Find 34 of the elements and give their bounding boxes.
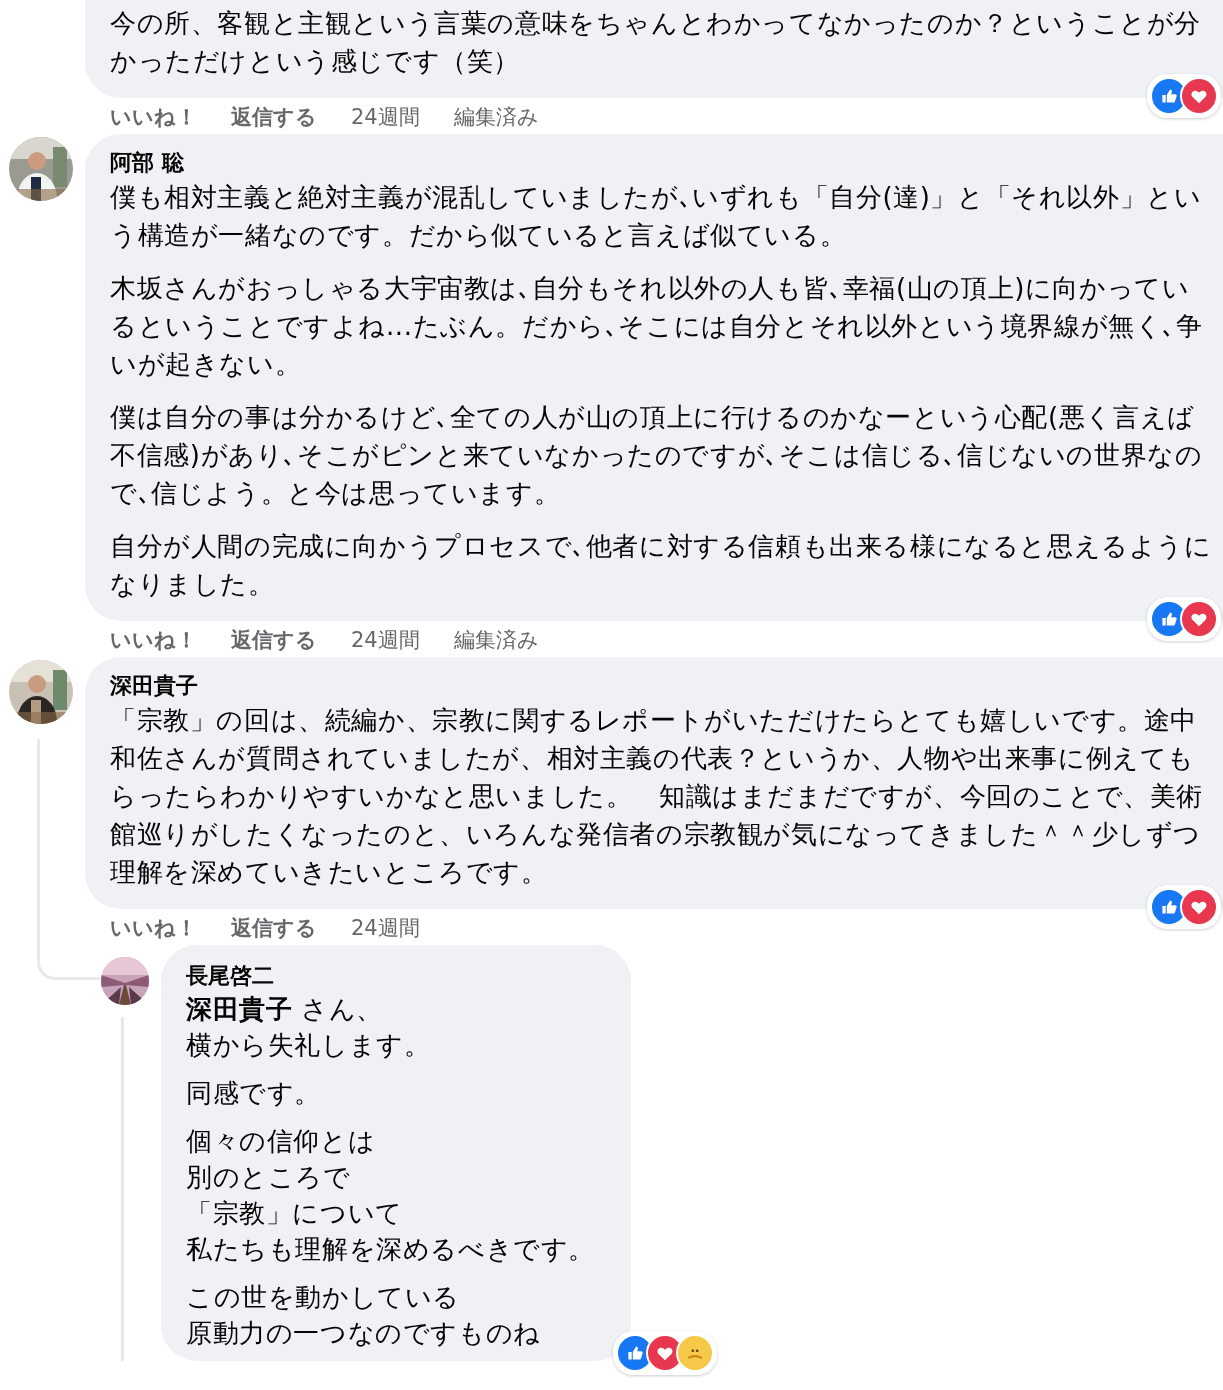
comment-text: 同感です。	[186, 1077, 322, 1110]
reply-link[interactable]: 返信する	[231, 626, 317, 654]
comment-text: 自分が人間の完成に向かうプロセスで､他者に対する信頼も出来る様になると思えるようになりました。	[110, 530, 1213, 601]
timestamp[interactable]: 24週間	[351, 626, 420, 654]
comment-text: 僕も相対主義と絶対主義が混乱していましたが､いずれも「自分(達)」と「それ以外」という構造が一緒なのです。だから似ていると言えば似ている。	[110, 181, 1203, 252]
like-link[interactable]: いいね！	[110, 626, 197, 654]
author-name[interactable]: 阿部 聡	[110, 148, 1215, 178]
timestamp[interactable]: 24週間	[351, 914, 420, 942]
like-link[interactable]: いいね！	[110, 914, 197, 942]
author-name[interactable]: 深田貴子	[110, 671, 1215, 701]
emoji-face-icon	[676, 1334, 714, 1372]
comment-text: 深田貴子 さん、	[186, 993, 385, 1026]
comment-text: 「宗教」について	[186, 1197, 404, 1230]
comment-text: 原動力の一つなのですものね	[186, 1317, 542, 1350]
reply-link[interactable]: 返信する	[231, 914, 317, 942]
comment-text: 「宗教」の回は、続編か、宗教に関するレポートがいただけたらとても嬉しいです。途中和佐さんが質問されていましたが、相対主義の代表？というか、人物や出来事に例えてもらったらわかりやすいかなと思いました。 知識はまだまだですが、今回のことで、美術館巡りがしたくなったのと、いろんな発信者の宗教観が気になってきました＾＾少しずつ理解を深めていきたいところです。	[110, 704, 1204, 889]
comment-text: 私たちも理解を深めるべきです。	[186, 1233, 595, 1266]
comment-text: 木坂さんがおっしゃる大宇宙教は､自分もそれ以外の人も皆､幸福(山の頂上)に向かっているということですよね...たぶん。だから､そこには自分とそれ以外という境界線が無く､争いが起きない。	[110, 272, 1204, 381]
timestamp[interactable]: 24週間	[351, 103, 420, 131]
reaction-badge[interactable]	[1147, 74, 1221, 118]
comment-text: 今の所、客観と主観という言葉の意味をちゃんとわかってなかったのか？ということが分かっただけという感じです（笑）	[110, 7, 1202, 78]
edited-label: 編集済み	[453, 627, 539, 654]
comment-text: この世を動かしている	[186, 1281, 461, 1314]
comment-text: 別のところで	[186, 1161, 352, 1194]
reply-link[interactable]: 返信する	[231, 103, 317, 131]
comment-text: 個々の信仰とは	[186, 1125, 377, 1158]
like-link[interactable]: いいね！	[110, 103, 197, 131]
author-name[interactable]: 長尾啓二	[186, 961, 595, 991]
reaction-badge[interactable]	[613, 1331, 717, 1375]
reaction-badge[interactable]	[1147, 597, 1221, 641]
comment-text: 僕は自分の事は分かるけど､全ての人が山の頂上に行けるのかなーという心配(悪く言えば不信感)があり､そこがピンと来ていなかったのですが､そこは信じる､信じないの世界なので､信じよう。と今は思っています。	[110, 401, 1204, 510]
reaction-badge[interactable]	[1147, 885, 1221, 929]
comment-text: 横から失礼します。	[186, 1029, 432, 1062]
edited-label: 編集済み	[453, 104, 539, 131]
